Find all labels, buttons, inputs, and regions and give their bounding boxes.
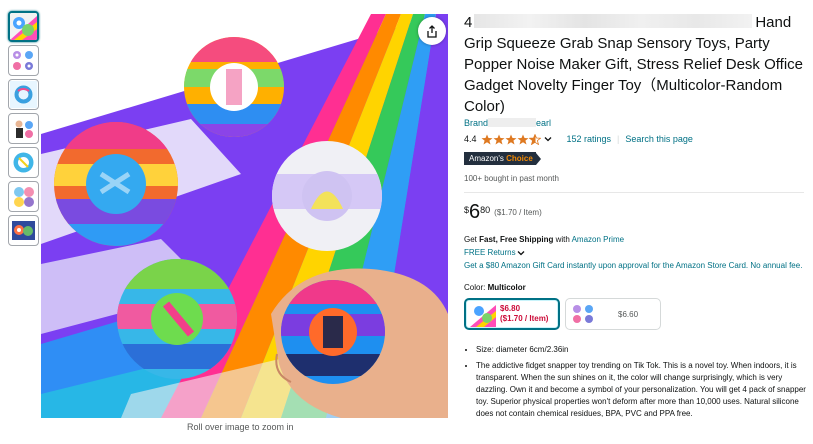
thumbnail-2[interactable] [8,45,39,76]
swatch-image [470,301,496,327]
rating-value: 4.4 [464,134,477,144]
brand-link[interactable]: Brand earl [464,118,806,130]
chevron-down-icon[interactable] [543,134,553,144]
product-thumbnail-image [10,183,37,210]
star-full-icon [505,134,517,144]
amazons-choice-badge[interactable]: Amazon's Choice [464,152,541,165]
thumbnail-1[interactable] [8,11,39,42]
product-info-panel: 4 Hand Grip Squeeze Grab Snap Sensory Toy… [464,12,806,424]
title-start: 4 [464,14,473,31]
product-thumbnail-image [10,149,37,176]
badge-body: Amazon's Choice [464,152,536,165]
search-page-link[interactable]: Search this page [625,134,693,144]
product-thumbnail-image [10,47,37,74]
thumbnail-3[interactable] [8,79,39,110]
main-product-image[interactable] [41,14,448,418]
shipping-with: with [553,235,572,244]
product-thumbnail-image [10,13,37,40]
rating-row: 4.4 152 ratings | Search this page [464,132,806,146]
badge-prefix: Amazon's [469,154,504,163]
product-thumbnail-image [10,217,37,244]
variant-unit-price: ($1.70 / Item) [500,314,549,323]
product-title: 4 Hand Grip Squeeze Grab Snap Sensory Toy… [464,12,806,117]
bullet-item: Size: diameter 6cm/2.36in [476,344,808,356]
brand-suffix: earl [536,118,552,128]
color-label-prefix: Color: [464,283,488,292]
star-half-icon [528,133,541,145]
color-selector-label: Color: Multicolor [464,283,806,292]
chevron-down-icon [517,250,525,255]
shipping-prefix: Get [464,235,480,244]
color-swatches: $6.80 ($1.70 / Item) $6.60 [464,298,806,330]
price-whole: 6 [469,201,481,223]
thumbnail-4[interactable] [8,113,39,144]
ratings-count-link[interactable]: 152 ratings [567,134,612,144]
star-rating[interactable] [481,133,541,145]
price-fraction: 80 [480,205,491,215]
fidget-snapper-toys-photo [41,14,448,418]
variant-price: $6.60 [618,309,639,319]
redacted-text [474,14,753,28]
swatch-multicolor[interactable]: $6.80 ($1.70 / Item) [464,298,560,330]
selected-color: Multicolor [487,283,526,292]
price-block: $ 6 80 ($1.70 / Item) [464,202,806,224]
star-full-icon [481,134,493,144]
brand-prefix: Brand [464,118,489,128]
variant-price: $6.80 [500,304,521,313]
swatch-multicolor-price: $6.80 ($1.70 / Item) [500,304,548,324]
gift-card-offer-link[interactable]: Get a $80 Amazon Gift Card instantly upo… [464,260,804,272]
returns-label: FREE Returns [464,248,516,257]
divider [464,192,804,193]
shipping-bold: Fast, Free Shipping [479,235,554,244]
redacted-brand [488,118,537,127]
thumbnail-5[interactable] [8,147,39,178]
badge-choice: Choice [506,154,533,163]
product-thumbnail-image [10,115,37,142]
swatch-image [570,301,596,327]
feature-bullets: Size: diameter 6cm/2.36in The addictive … [464,344,808,420]
amazon-prime-link[interactable]: Amazon Prime [572,235,624,244]
shipping-info: Get Fast, Free Shipping with Amazon Prim… [464,234,806,246]
zoom-hint: Roll over image to zoom in [187,422,294,432]
separator: | [617,134,620,144]
price-per-unit: ($1.70 / Item) [494,208,542,217]
share-icon [427,24,437,38]
bought-in-past-month: 100+ bought in past month [464,174,559,183]
star-full-icon [517,134,529,144]
title-rest: Hand Grip Squeeze Grab Snap Sensory Toys… [464,14,804,115]
star-full-icon [493,134,505,144]
thumbnail-strip [8,11,40,249]
swatch-option-2[interactable]: $6.60 [565,298,661,330]
badge-tip [535,152,541,165]
bullet-item: The addictive fidget snapper toy trendin… [476,360,808,420]
free-returns-link[interactable]: FREE Returns [464,246,806,259]
thumbnail-7[interactable] [8,215,39,246]
product-thumbnail-image [10,81,37,108]
share-button[interactable] [418,17,446,45]
thumbnail-6[interactable] [8,181,39,212]
